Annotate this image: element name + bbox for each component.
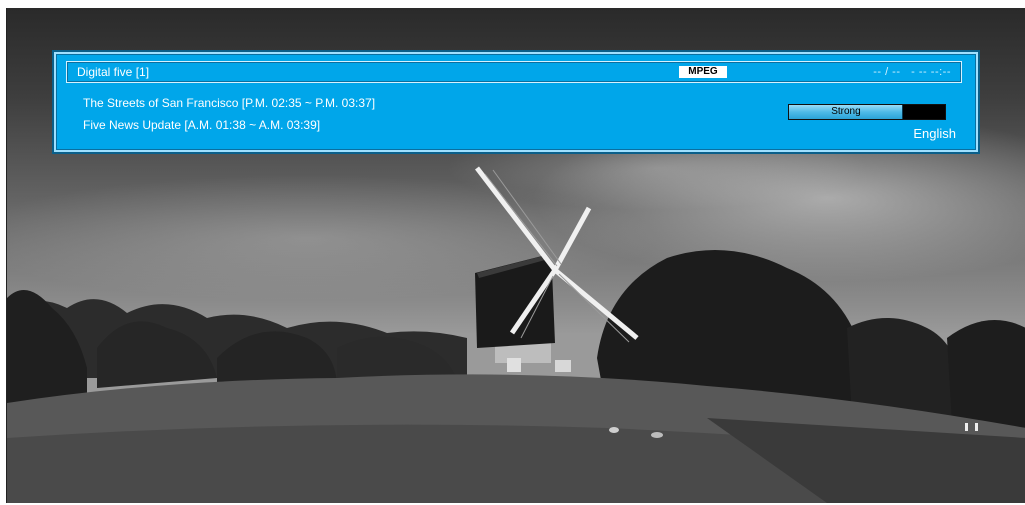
channel-name: Digital five [1] — [77, 65, 150, 79]
current-program-info: The Streets of San Francisco [P.M. 02:35… — [83, 96, 376, 110]
tv-screen: Digital five [1] MPEG -- / -- - -- --:--… — [6, 8, 1025, 503]
signal-strength-meter: Strong — [788, 104, 946, 120]
audio-language-label: English — [913, 126, 956, 141]
channel-info-banner: Digital five [1] MPEG -- / -- - -- --:--… — [54, 52, 978, 152]
channel-header-bar: Digital five [1] MPEG -- / -- - -- --:-- — [66, 61, 962, 83]
signal-strength-label: Strong — [831, 106, 861, 117]
video-codec-badge: MPEG — [679, 66, 727, 78]
next-program-info: Five News Update [A.M. 01:38 ~ A.M. 03:3… — [83, 118, 321, 132]
date-time-display: -- / -- - -- --:-- — [873, 66, 951, 78]
